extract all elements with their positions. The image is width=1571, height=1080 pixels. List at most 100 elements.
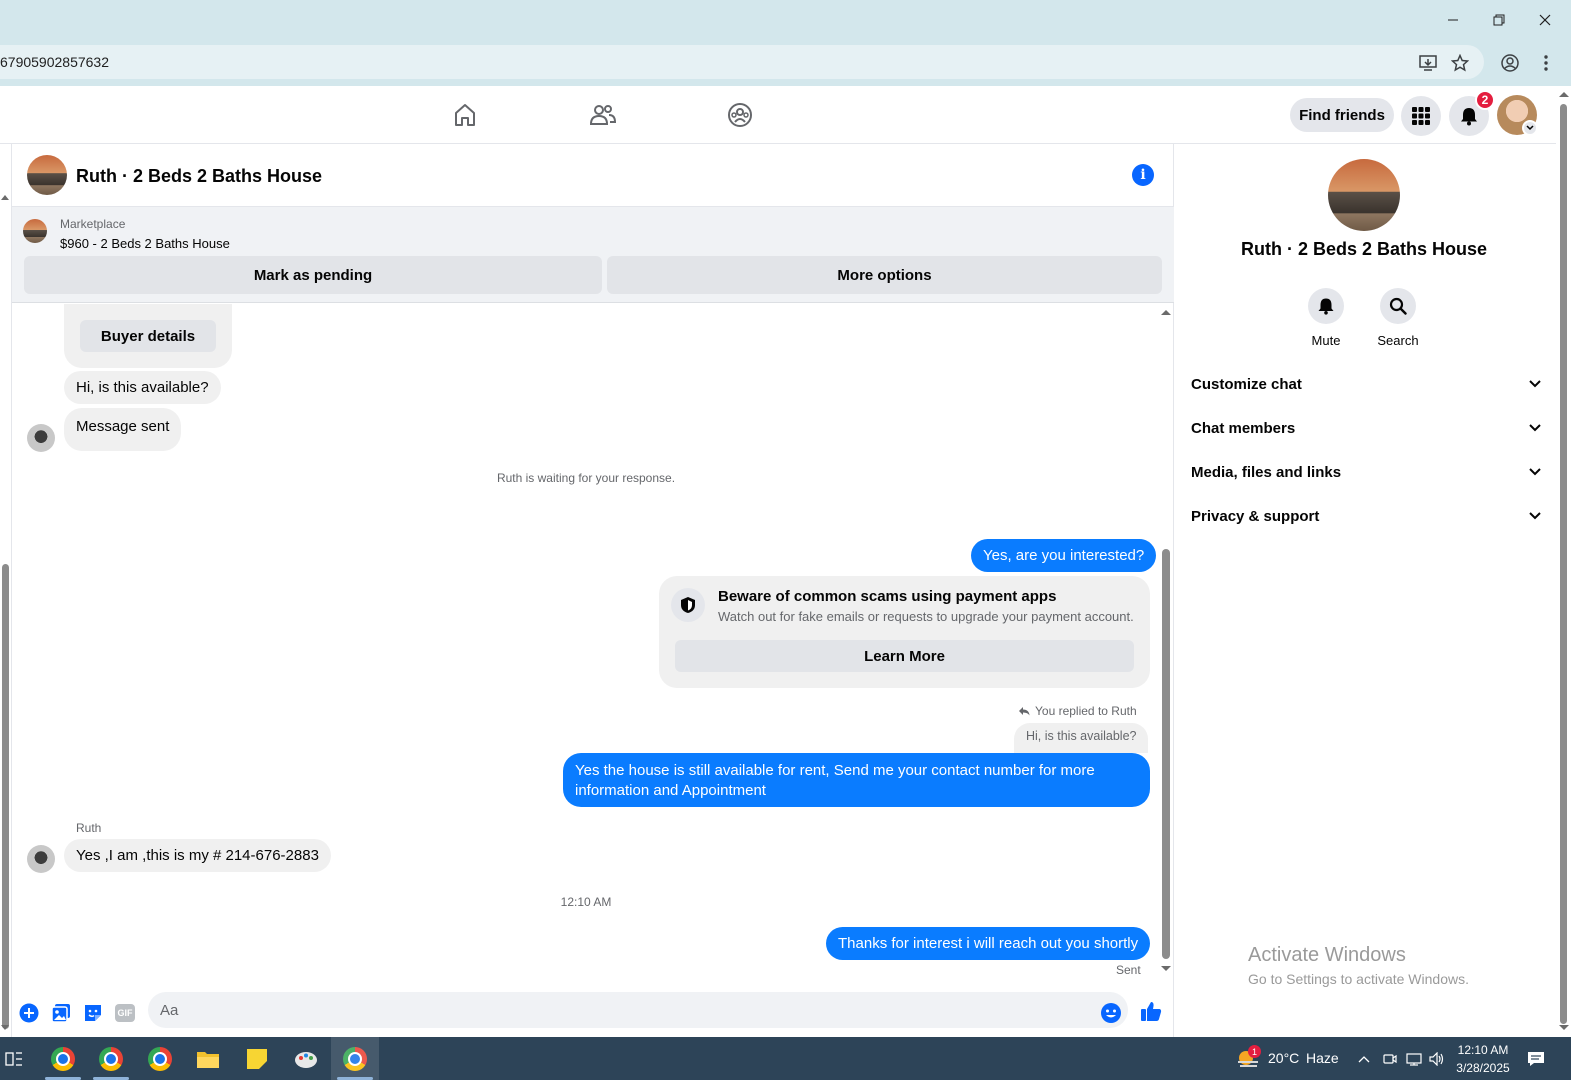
bell-icon: [1461, 108, 1477, 126]
more-options-button[interactable]: More options: [607, 256, 1162, 294]
install-app-icon[interactable]: [1417, 52, 1439, 74]
weather-condition[interactable]: Haze: [1306, 1050, 1339, 1066]
more-actions-button[interactable]: [18, 1002, 40, 1024]
chat-title[interactable]: Ruth · 2 Beds 2 Baths House: [76, 166, 322, 187]
details-title: Ruth · 2 Beds 2 Baths House: [1240, 239, 1488, 259]
page-scrollbar[interactable]: [1556, 86, 1571, 1037]
weather-temperature[interactable]: 20°C: [1268, 1050, 1299, 1066]
chevron-down-icon: [1529, 468, 1541, 476]
chat-members-row[interactable]: Chat members: [1191, 408, 1541, 448]
chevron-down-icon: [1529, 512, 1541, 520]
page-scrollbar-thumb[interactable]: [1560, 104, 1567, 1024]
listing-thumbnail[interactable]: [23, 219, 47, 243]
find-friends-button[interactable]: Find friends: [1290, 98, 1394, 132]
profile-icon[interactable]: [1499, 52, 1521, 74]
url-text: 67905902857632: [0, 54, 110, 70]
minimize-button[interactable]: [1430, 0, 1476, 40]
scroll-up-arrow-icon: [1, 195, 9, 200]
message-input[interactable]: [148, 992, 1128, 1028]
gif-button[interactable]: GIF: [114, 1002, 136, 1024]
incoming-message[interactable]: Hi, is this available?: [64, 371, 221, 404]
sticker-button[interactable]: [82, 1002, 104, 1024]
section-label: Privacy & support: [1191, 507, 1320, 525]
quoted-message[interactable]: Hi, is this available?: [1014, 723, 1149, 753]
facebook-navbar: Find friends 2: [0, 86, 1556, 144]
scroll-down-arrow-icon: [1, 1025, 9, 1030]
mute-button[interactable]: Mute: [1296, 288, 1356, 348]
outgoing-message[interactable]: Yes the house is still available for ren…: [563, 753, 1150, 807]
mark-as-pending-button[interactable]: Mark as pending: [24, 256, 602, 294]
outgoing-message[interactable]: Thanks for interest i will reach out you…: [826, 927, 1151, 960]
paint-icon[interactable]: [292, 1045, 320, 1073]
left-scrollbar-thumb[interactable]: [2, 564, 9, 1029]
ruth-avatar[interactable]: [27, 424, 55, 452]
address-bar[interactable]: 67905902857632: [0, 45, 1484, 79]
show-hidden-icons-icon[interactable]: [1354, 1045, 1374, 1073]
minimize-icon: [1448, 19, 1458, 21]
conversation-details-panel: Ruth · 2 Beds 2 Baths House Mute Search …: [1175, 144, 1556, 1037]
waiting-note: Ruth is waiting for your response.: [496, 471, 676, 485]
weather-alert-badge: 1: [1248, 1045, 1261, 1058]
customize-chat-row[interactable]: Customize chat: [1191, 364, 1541, 404]
photo-icon: [51, 1004, 70, 1023]
scroll-up-arrow-icon: [1559, 92, 1569, 97]
chat-header: Ruth · 2 Beds 2 Baths House i: [12, 144, 1174, 207]
left-scrollbar[interactable]: [0, 144, 11, 1037]
clock-date: 3/28/2025: [1456, 1061, 1510, 1075]
learn-more-button[interactable]: Learn More: [675, 640, 1134, 672]
notification-badge: 2: [1475, 90, 1495, 110]
incoming-message[interactable]: Message sent: [64, 408, 182, 451]
reply-arrow-icon: [1019, 707, 1030, 716]
info-icon[interactable]: i: [1132, 164, 1154, 186]
search-conversation-button[interactable]: Search: [1368, 288, 1428, 348]
menu-button[interactable]: [1401, 96, 1441, 136]
restore-button[interactable]: [1476, 0, 1522, 40]
bookmark-star-icon[interactable]: [1449, 52, 1471, 74]
scam-warning-card: Beware of common scams using payment app…: [659, 576, 1150, 688]
scroll-down-arrow-icon: [1559, 1025, 1569, 1030]
chrome-taskbar-icon-2[interactable]: [146, 1045, 174, 1073]
incoming-message[interactable]: Yes ,I am ,this is my # 214-676-2883: [64, 839, 331, 872]
listing-title[interactable]: $960 - 2 Beds 2 Baths House: [60, 236, 230, 251]
scam-warning-title: Beware of common scams using payment app…: [718, 588, 1057, 605]
marketplace-banner: Marketplace $960 - 2 Beds 2 Baths House …: [12, 207, 1174, 303]
media-files-links-row[interactable]: Media, files and links: [1191, 452, 1541, 492]
chat-scrollbar-thumb[interactable]: [1162, 549, 1170, 959]
meet-now-icon[interactable]: [1380, 1045, 1400, 1073]
chat-scrollbar[interactable]: [1160, 304, 1172, 976]
active-app-highlight: [331, 1037, 379, 1080]
attach-photo-button[interactable]: [50, 1002, 72, 1024]
sticky-notes-icon[interactable]: [243, 1045, 271, 1073]
groups-icon[interactable]: [725, 100, 755, 130]
outgoing-message[interactable]: Yes, are you interested?: [971, 539, 1157, 572]
ruth-avatar[interactable]: [27, 845, 55, 873]
close-window-button[interactable]: [1522, 0, 1568, 40]
listing-avatar[interactable]: [27, 155, 67, 195]
home-icon[interactable]: [450, 100, 480, 130]
emoji-button[interactable]: [1100, 1002, 1122, 1024]
task-view-icon[interactable]: [0, 1045, 28, 1073]
listing-profile-photo[interactable]: [1328, 159, 1400, 231]
message-timestamp: 12:10 AM: [560, 895, 612, 909]
volume-icon[interactable]: [1427, 1045, 1447, 1073]
reply-indicator: You replied to Ruth: [1018, 704, 1137, 718]
system-clock[interactable]: 12:10 AM 3/28/2025: [1452, 1041, 1514, 1077]
shield-icon: [671, 588, 705, 622]
like-button[interactable]: [1140, 1000, 1162, 1022]
privacy-support-row[interactable]: Privacy & support: [1191, 496, 1541, 536]
sticker-icon: [85, 1005, 101, 1021]
buyer-details-button[interactable]: Buyer details: [80, 320, 216, 352]
file-explorer-icon[interactable]: [194, 1045, 222, 1073]
chat-panel: Ruth · 2 Beds 2 Baths House i Marketplac…: [11, 144, 1174, 1037]
browser-menu-icon[interactable]: [1535, 52, 1557, 74]
notification-center-icon[interactable]: [1522, 1045, 1550, 1073]
chrome-profile-taskbar-icon[interactable]: [97, 1045, 125, 1073]
scroll-up-arrow-icon: [1161, 310, 1171, 315]
friends-icon[interactable]: [588, 100, 618, 130]
chrome-taskbar-icon[interactable]: [49, 1045, 77, 1073]
network-icon[interactable]: [1404, 1045, 1424, 1073]
chevron-down-icon: [1522, 120, 1538, 136]
mute-label: Mute: [1311, 333, 1341, 348]
bell-icon: [1308, 288, 1344, 324]
plus-circle-icon: [19, 1003, 39, 1023]
